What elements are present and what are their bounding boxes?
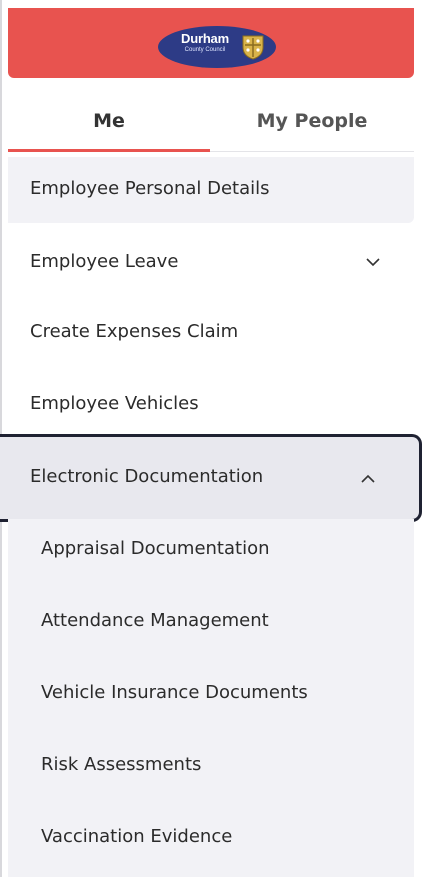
menu-item-label: Electronic Documentation bbox=[30, 466, 264, 487]
logo-name: Durham bbox=[181, 31, 229, 46]
menu-item-electronic-documentation[interactable]: Electronic Documentation bbox=[0, 434, 422, 522]
chevron-down-icon[interactable] bbox=[366, 257, 380, 269]
menu-item-employee-leave[interactable]: Employee Leave bbox=[8, 229, 414, 295]
navigation-panel: Durham County Council Me My People Emplo… bbox=[0, 0, 423, 877]
electronic-documentation-submenu: Appraisal Documentation Attendance Manag… bbox=[8, 519, 414, 877]
menu-item-employee-personal-details[interactable]: Employee Personal Details bbox=[8, 157, 414, 223]
menu-item-label: Create Expenses Claim bbox=[30, 321, 239, 342]
menu-item-label: Employee Personal Details bbox=[30, 178, 270, 199]
logo-subtitle: County Council bbox=[184, 47, 226, 53]
menu-item-create-expenses-claim[interactable]: Create Expenses Claim bbox=[8, 299, 414, 365]
active-tab-indicator bbox=[8, 149, 210, 152]
submenu-item-label: Risk Assessments bbox=[41, 754, 202, 775]
header-banner: Durham County Council bbox=[8, 8, 414, 78]
submenu-item-label: Appraisal Documentation bbox=[41, 538, 270, 559]
submenu-item-vehicle-insurance-documents[interactable]: Vehicle Insurance Documents bbox=[8, 663, 414, 735]
tab-bar: Me My People bbox=[8, 96, 414, 156]
tab-my-people[interactable]: My People bbox=[210, 96, 414, 156]
menu-item-label: Employee Vehicles bbox=[30, 393, 199, 414]
submenu-item-attendance-management[interactable]: Attendance Management bbox=[8, 591, 414, 663]
submenu-item-label: Vaccination Evidence bbox=[41, 826, 233, 847]
submenu-item-label: Vehicle Insurance Documents bbox=[41, 682, 308, 703]
chevron-up-icon[interactable] bbox=[361, 474, 375, 486]
logo-text: Durham County Council bbox=[170, 32, 240, 53]
submenu-item-appraisal-documentation[interactable]: Appraisal Documentation bbox=[8, 519, 414, 591]
menu-item-label: Employee Leave bbox=[30, 251, 179, 272]
crest-icon bbox=[240, 33, 266, 61]
submenu-item-vaccination-evidence[interactable]: Vaccination Evidence bbox=[8, 807, 414, 877]
submenu-item-label: Attendance Management bbox=[41, 610, 269, 631]
submenu-item-risk-assessments[interactable]: Risk Assessments bbox=[8, 735, 414, 807]
durham-county-council-logo[interactable]: Durham County Council bbox=[158, 26, 276, 68]
tab-me[interactable]: Me bbox=[8, 96, 210, 156]
menu-item-employee-vehicles[interactable]: Employee Vehicles bbox=[8, 371, 414, 437]
